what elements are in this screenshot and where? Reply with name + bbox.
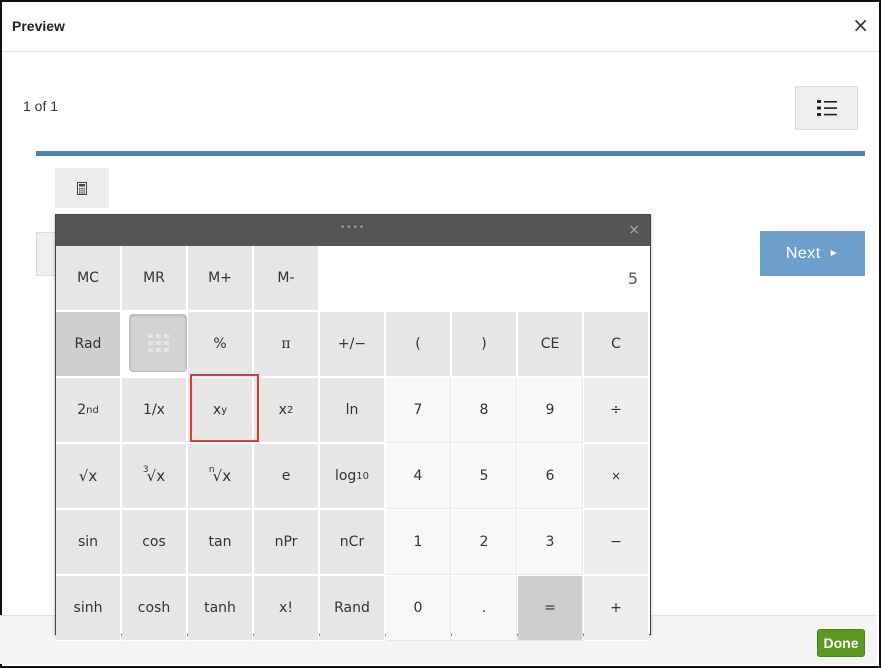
key-sinh[interactable]: sinh [56, 576, 121, 641]
log-base: log [334, 468, 357, 484]
key-m-minus[interactable]: M- [254, 246, 319, 311]
key-cos[interactable]: cos [122, 510, 187, 575]
key-sqrt[interactable]: √x [56, 444, 121, 509]
key-add[interactable]: + [584, 576, 649, 641]
calculator-drag-handle[interactable]: •••• × [56, 215, 650, 246]
log-sub: 10 [356, 470, 370, 482]
key-0[interactable]: 0 [386, 576, 451, 641]
key-8[interactable]: 8 [452, 378, 517, 443]
grip-icon: •••• [340, 223, 366, 233]
key-4[interactable]: 4 [386, 444, 451, 509]
xy-base: x [212, 402, 222, 418]
key-rand[interactable]: Rand [320, 576, 385, 641]
key-sin[interactable]: sin [56, 510, 121, 575]
key-multiply[interactable]: × [584, 444, 649, 509]
cube-root-symbol: √x [146, 467, 166, 485]
key-ce[interactable]: CE [518, 312, 583, 377]
next-button[interactable]: Next ► [760, 231, 865, 276]
key-m-plus[interactable]: M+ [188, 246, 253, 311]
calculator-display: 5 [321, 246, 650, 311]
key-factorial[interactable]: x! [254, 576, 319, 641]
key-second[interactable]: 2nd [56, 378, 121, 443]
key-nth-root[interactable]: n √x [188, 444, 253, 509]
calculator-toggle-button[interactable] [55, 168, 109, 208]
key-grid-toggle[interactable] [129, 314, 187, 372]
key-ln[interactable]: ln [320, 378, 385, 443]
key-pi[interactable]: π [254, 312, 319, 377]
question-counter: 1 of 1 [23, 98, 59, 114]
key-log10[interactable]: log 10 [320, 444, 385, 509]
list-icon [816, 100, 837, 116]
key-open-paren[interactable]: ( [386, 312, 451, 377]
key-percent[interactable]: % [188, 312, 253, 377]
key-close-paren[interactable]: ) [452, 312, 517, 377]
key-7[interactable]: 7 [386, 378, 451, 443]
grid-icon [147, 334, 169, 352]
key-c[interactable]: C [584, 312, 649, 377]
next-label: Next [785, 244, 821, 262]
calculator-panel: •••• × 5 MC MR M+ M- Rad % π +/− ( ) CE … [55, 214, 651, 641]
key-mr[interactable]: MR [122, 246, 187, 311]
second-base: 2 [77, 402, 87, 418]
key-reciprocal[interactable]: 1/x [122, 378, 187, 443]
cube-root-index: 3 [142, 465, 149, 475]
key-tan[interactable]: tan [188, 510, 253, 575]
key-2[interactable]: 2 [452, 510, 517, 575]
second-sup: nd [86, 404, 99, 416]
x2-sup: 2 [286, 404, 294, 416]
key-x-pow-y[interactable]: xy [188, 378, 253, 443]
key-3[interactable]: 3 [518, 510, 583, 575]
key-mc[interactable]: MC [56, 246, 121, 311]
nth-root-symbol: √x [212, 467, 232, 485]
window-title: Preview [12, 18, 65, 34]
key-cosh[interactable]: cosh [122, 576, 187, 641]
key-1[interactable]: 1 [386, 510, 451, 575]
key-plus-minus[interactable]: +/− [320, 312, 385, 377]
nth-root-index: n [208, 465, 215, 475]
key-5[interactable]: 5 [452, 444, 517, 509]
key-e[interactable]: e [254, 444, 319, 509]
display-value: 5 [627, 269, 638, 288]
question-list-button[interactable] [795, 86, 858, 130]
key-equals[interactable]: = [518, 576, 583, 641]
key-cube-root[interactable]: 3 √x [122, 444, 187, 509]
progress-bar [36, 151, 865, 156]
key-rad[interactable]: Rad [56, 312, 121, 377]
key-x-squared[interactable]: x2 [254, 378, 319, 443]
xy-sup: y [221, 404, 228, 416]
title-bar: Preview × [2, 2, 879, 52]
calculator-icon [77, 181, 87, 195]
key-9[interactable]: 9 [518, 378, 583, 443]
key-npr[interactable]: nPr [254, 510, 319, 575]
key-ncr[interactable]: nCr [320, 510, 385, 575]
key-6[interactable]: 6 [518, 444, 583, 509]
play-arrow-icon: ► [828, 248, 840, 259]
key-tanh[interactable]: tanh [188, 576, 253, 641]
close-icon[interactable]: × [852, 15, 869, 35]
key-divide[interactable]: ÷ [584, 378, 649, 443]
calculator-close-icon[interactable]: × [628, 222, 640, 238]
key-subtract[interactable]: − [584, 510, 649, 575]
done-button[interactable]: Done [817, 629, 865, 657]
key-decimal[interactable]: . [452, 576, 517, 641]
x2-base: x [278, 402, 287, 418]
